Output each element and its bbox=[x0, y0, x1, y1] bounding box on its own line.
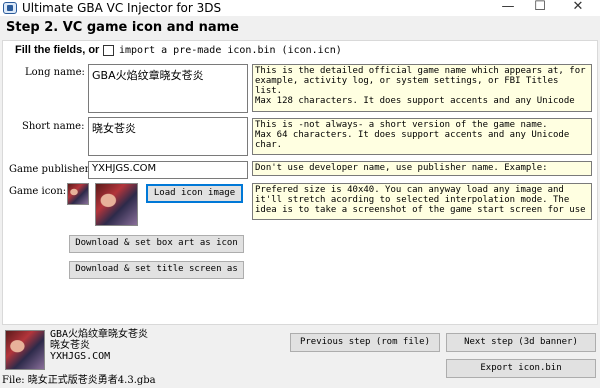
short-name-hint: This is -not always- a short version of … bbox=[252, 118, 592, 155]
long-name-label: Long name: bbox=[25, 67, 85, 78]
minimize-icon[interactable]: — bbox=[493, 0, 523, 16]
publisher-hint: Don't use developer name, use publisher … bbox=[252, 161, 592, 176]
icon-preview-small bbox=[67, 183, 89, 205]
app-icon bbox=[3, 2, 17, 14]
status-file: File: 晓女正式版苍炎勇者4.3.gba bbox=[2, 375, 156, 386]
icon-preview-large bbox=[95, 183, 138, 226]
fill-fields-label: Fill the fields, or bbox=[15, 44, 100, 56]
next-step-button[interactable]: Next step (3d banner) bbox=[446, 333, 596, 352]
publisher-input[interactable]: YXHJGS.COM bbox=[88, 161, 248, 179]
import-checkbox-label[interactable]: import a pre-made icon.bin (icon.icn) bbox=[119, 45, 342, 56]
import-checkbox[interactable] bbox=[103, 45, 114, 56]
close-icon[interactable]: ✕ bbox=[563, 0, 593, 16]
preview-publisher: YXHJGS.COM bbox=[50, 351, 111, 362]
window-title: Ultimate GBA VC Injector for 3DS bbox=[22, 1, 222, 15]
preview-long-name: GBA火焰纹章晓女苍炎 bbox=[50, 329, 149, 340]
previous-step-button[interactable]: Previous step (rom file) bbox=[290, 333, 440, 352]
load-icon-button[interactable]: Load icon image bbox=[146, 184, 243, 203]
game-icon-hint: Prefered size is 40x40. You can anyway l… bbox=[252, 183, 592, 220]
publisher-label: Game publisher: bbox=[9, 164, 93, 175]
long-name-hint: This is the detailed official game name … bbox=[252, 64, 592, 112]
short-name-label: Short name: bbox=[22, 121, 85, 132]
short-name-input[interactable]: 晓女苍炎 bbox=[88, 117, 248, 156]
preview-short-name: 晓女苍炎 bbox=[50, 340, 90, 351]
long-name-input[interactable]: GBA火焰纹章晓女苍炎 bbox=[88, 64, 248, 113]
download-title-screen-button[interactable]: Download & set title screen as bbox=[69, 261, 244, 279]
game-icon-label: Game icon: bbox=[9, 186, 67, 197]
maximize-icon[interactable]: ☐ bbox=[525, 0, 555, 16]
export-icon-button[interactable]: Export icon.bin bbox=[446, 359, 596, 378]
bottom-icon-preview bbox=[5, 330, 45, 370]
step-heading: Step 2. VC game icon and name bbox=[6, 20, 239, 35]
download-box-art-button[interactable]: Download & set box art as icon bbox=[69, 235, 244, 253]
